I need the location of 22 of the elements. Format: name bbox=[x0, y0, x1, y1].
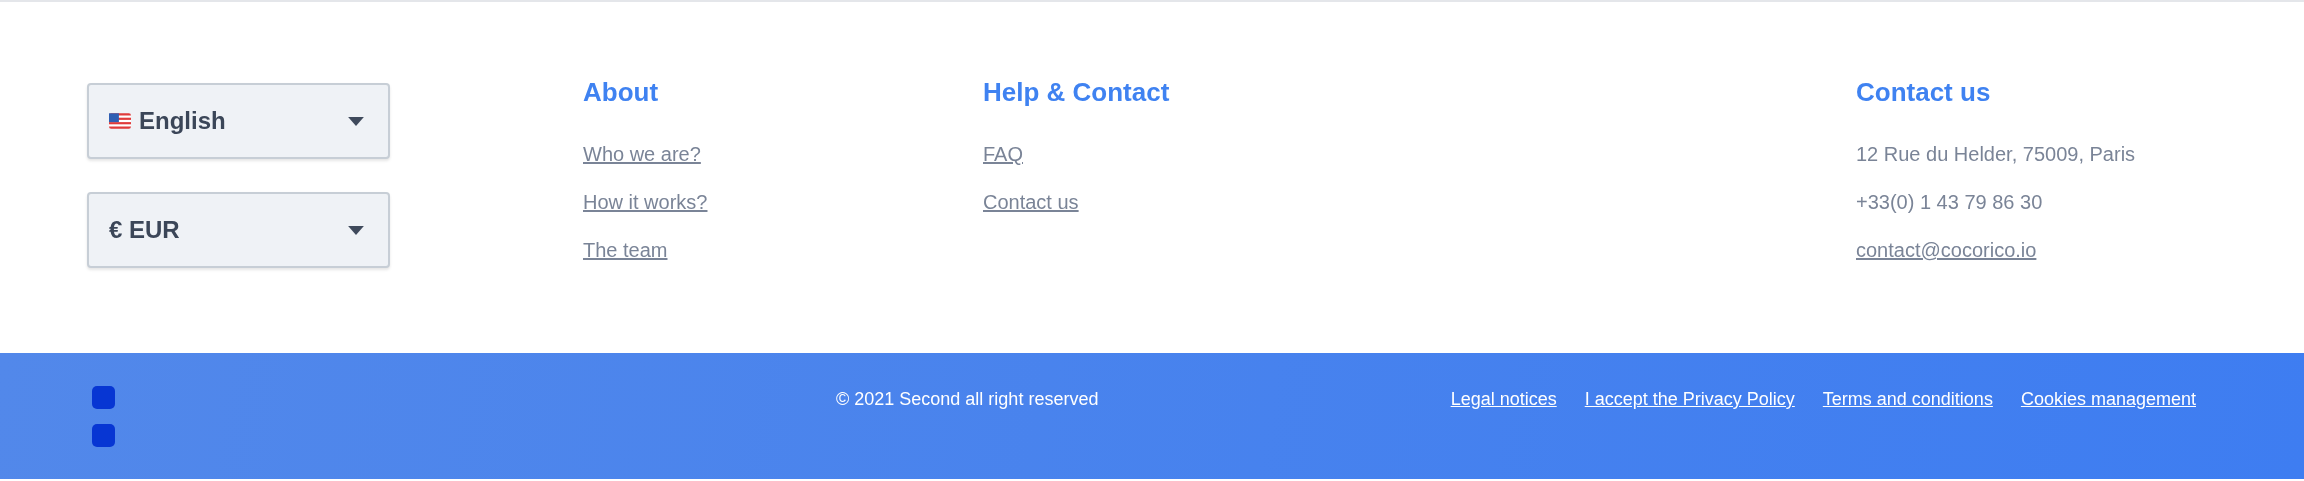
footer-link[interactable]: Contact us bbox=[983, 178, 1079, 226]
contact-info: 12 Rue du Helder, 75009, Paris bbox=[1856, 142, 2136, 167]
contact-info: +33(0) 1 43 79 86 30 bbox=[1856, 190, 2043, 215]
legal-link[interactable]: Terms and conditions bbox=[1822, 389, 1993, 410]
caret-icon bbox=[348, 116, 364, 126]
column-heading: Contact us bbox=[1856, 77, 1991, 108]
footer-link[interactable]: contact@cocorico.io bbox=[1856, 226, 2037, 274]
legal-link[interactable]: Cookies management bbox=[2020, 389, 2196, 410]
column-heading: About bbox=[583, 77, 659, 108]
copyright-text: © 2021 Second all right reserved bbox=[836, 389, 1099, 410]
caret-icon bbox=[348, 225, 364, 235]
column-heading: Help & Contact bbox=[983, 77, 1170, 108]
footer-link[interactable]: FAQ bbox=[983, 130, 1023, 178]
footer-link[interactable]: Who we are? bbox=[583, 130, 701, 178]
footer-link[interactable]: How it works? bbox=[583, 178, 708, 226]
logo-icon bbox=[92, 386, 115, 447]
flag-icon bbox=[109, 113, 131, 129]
footer-link[interactable]: The team bbox=[583, 226, 668, 274]
dropdown-select[interactable]: € EUR bbox=[87, 192, 390, 268]
legal-link[interactable]: I accept the Privacy Policy bbox=[1584, 389, 1795, 410]
dropdown-select[interactable]: English bbox=[87, 83, 390, 159]
legal-link[interactable]: Legal notices bbox=[1450, 389, 1557, 410]
